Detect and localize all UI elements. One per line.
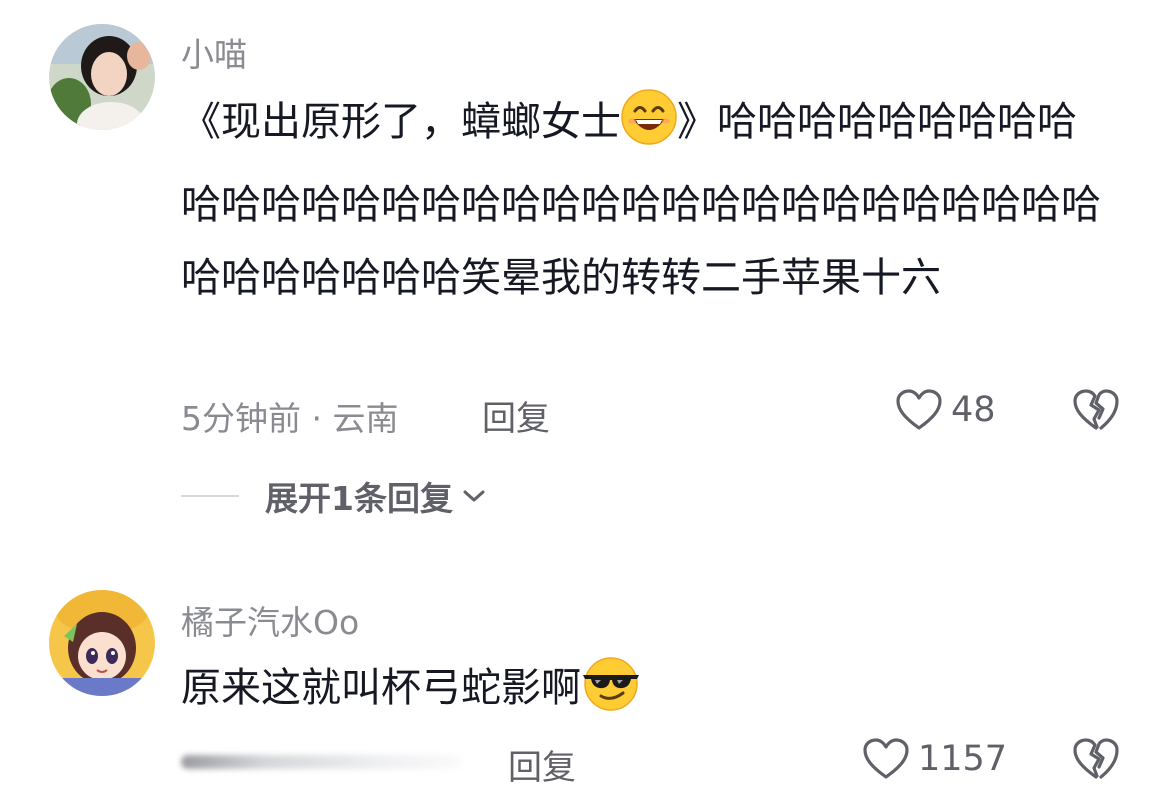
- divider: [181, 495, 239, 497]
- comment-text: 《现出原形了，蟑螂女士 》哈哈哈哈哈哈哈哈哈哈哈哈哈哈哈哈哈哈哈哈哈哈哈哈哈哈哈…: [181, 86, 1111, 315]
- heart-icon: [863, 738, 909, 779]
- grinning-face-emoji-icon: [621, 89, 677, 169]
- dislike-button[interactable]: [1072, 737, 1120, 785]
- broken-heart-icon: [1073, 389, 1119, 430]
- expand-replies-label: 展开1条回复: [265, 479, 453, 518]
- comment-text-part: 原来这就叫杯弓蛇影啊: [181, 665, 581, 711]
- chevron-down-icon: [463, 490, 485, 502]
- avatar[interactable]: [49, 590, 155, 696]
- username[interactable]: 橘子汽水Oo: [181, 596, 359, 644]
- broken-heart-icon: [1073, 738, 1119, 779]
- avatar[interactable]: [49, 24, 155, 130]
- sunglasses-emoji-icon: [581, 655, 641, 735]
- username[interactable]: 小喵: [181, 28, 247, 76]
- dislike-button[interactable]: [1072, 388, 1120, 436]
- reply-button[interactable]: 回复: [508, 740, 576, 789]
- comment-time-location: 5分钟前 · 云南: [181, 399, 399, 438]
- comment-text: 原来这就叫杯弓蛇影啊: [181, 652, 1111, 735]
- comment-text-part: 《现出原形了，蟑螂女士: [181, 99, 621, 145]
- like-button[interactable]: 48: [895, 388, 996, 432]
- like-button[interactable]: 1157: [862, 737, 1007, 781]
- heart-icon: [896, 389, 942, 430]
- like-count: 48: [951, 390, 996, 430]
- expand-replies-button[interactable]: 展开1条回复: [181, 472, 487, 520]
- like-count: 1157: [918, 739, 1008, 779]
- reply-button[interactable]: 回复: [482, 391, 550, 440]
- blurred-meta: [181, 755, 461, 769]
